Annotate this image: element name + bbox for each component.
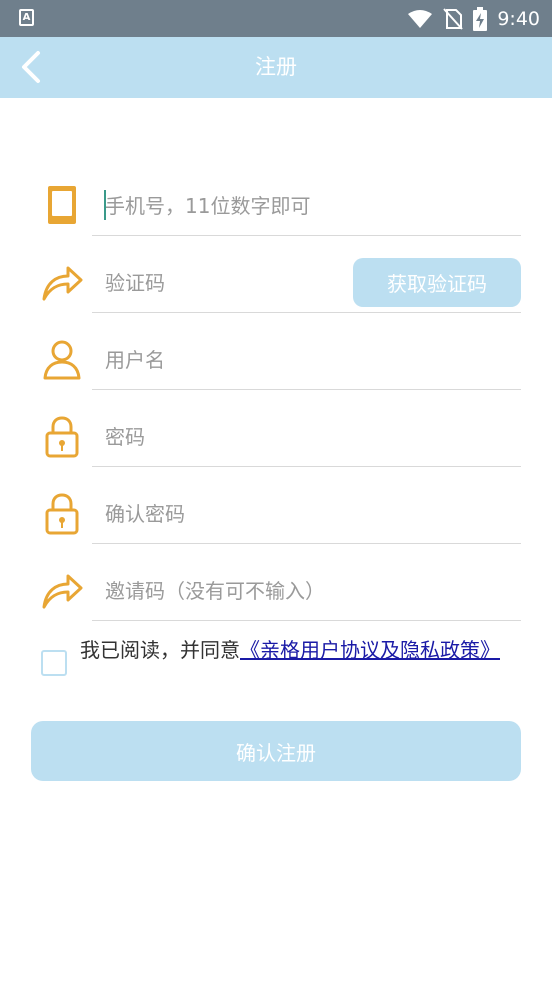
confirm-password-input[interactable] xyxy=(105,496,345,532)
confirm-password-row xyxy=(0,476,552,553)
lock-icon xyxy=(45,493,79,535)
confirm-password-divider xyxy=(92,543,521,544)
username-input[interactable] xyxy=(105,342,345,378)
wifi-icon xyxy=(408,9,433,28)
phone-input[interactable] xyxy=(105,188,345,224)
confirm-register-button[interactable]: 确认注册 xyxy=(31,721,521,781)
password-row xyxy=(0,399,552,476)
username-row xyxy=(0,322,552,399)
page-title: 注册 xyxy=(255,55,297,79)
get-code-button[interactable]: 获取验证码 xyxy=(353,258,521,307)
status-bar: A 9:40 xyxy=(0,0,552,37)
password-divider xyxy=(92,466,521,467)
privacy-policy-link[interactable]: 《亲格用户协议及隐私政策》 xyxy=(240,638,500,662)
no-sim-icon xyxy=(443,7,464,30)
status-time: 9:40 xyxy=(497,7,540,30)
password-input[interactable] xyxy=(105,419,345,455)
battery-charging-icon xyxy=(473,6,488,31)
app-bar: 注册 xyxy=(0,37,552,98)
code-input[interactable] xyxy=(105,265,345,301)
user-icon xyxy=(43,340,81,380)
status-icons: 9:40 xyxy=(407,0,540,37)
phone-row xyxy=(0,168,552,245)
phone-divider xyxy=(92,235,521,236)
code-divider xyxy=(92,312,521,313)
phone-icon xyxy=(48,186,76,224)
invite-row xyxy=(0,553,552,630)
agreement-prefix: 我已阅读，并同意 xyxy=(80,638,240,662)
back-button[interactable] xyxy=(14,49,50,85)
invite-divider xyxy=(92,620,521,621)
app-notification-icon: A xyxy=(19,9,34,26)
share-arrow-icon xyxy=(42,266,83,301)
share-arrow-icon xyxy=(42,574,83,609)
agreement-text: 我已阅读，并同意《亲格用户协议及隐私政策》 xyxy=(80,637,510,664)
text-cursor xyxy=(104,190,106,220)
username-divider xyxy=(92,389,521,390)
invite-code-input[interactable] xyxy=(105,573,505,609)
lock-icon xyxy=(45,416,79,458)
agreement-checkbox[interactable] xyxy=(41,650,67,676)
